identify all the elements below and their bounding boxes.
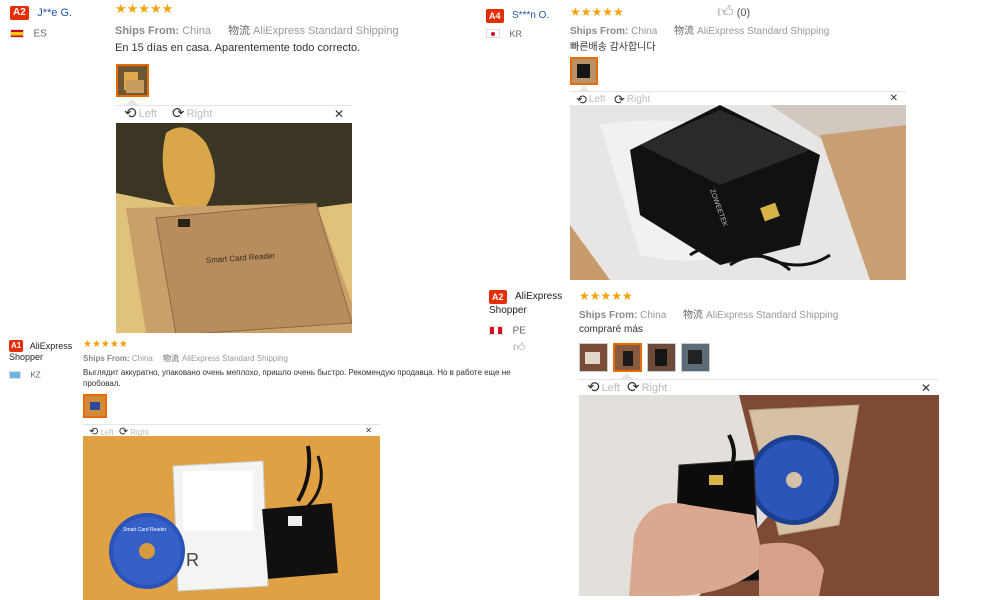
review-photo-thumbnail[interactable] xyxy=(116,64,149,97)
ships-from-label: Ships From: xyxy=(83,354,130,363)
star-rating: ★★★★★ xyxy=(570,5,624,19)
thumbnail-image xyxy=(615,345,640,370)
ships-from-value: China xyxy=(631,26,658,37)
review-photo-thumbnail[interactable] xyxy=(613,343,642,372)
review-photo-thumbnail[interactable] xyxy=(83,394,107,418)
rotate-right-icon: ⟳ xyxy=(172,105,185,122)
helpful-button[interactable]: 👍︎ (0) xyxy=(717,3,750,22)
thumbnail-image xyxy=(118,66,147,95)
shipping-info: Ships From: China 物流 AliExpress Standard … xyxy=(115,22,399,38)
helpful-button[interactable]: 👍︎ xyxy=(513,340,526,355)
logistics-label: 物流 xyxy=(683,310,704,321)
review-photo-thumbnail[interactable] xyxy=(570,57,598,85)
photo-viewer-toolbar: ⟲ Left ⟳ Right ✕ xyxy=(570,91,906,107)
reviewer-name[interactable]: S***n O. xyxy=(512,10,549,21)
shipping-method: AliExpress Standard Shipping xyxy=(697,26,830,37)
rotate-left-button[interactable]: ⟲ Left xyxy=(124,106,157,121)
review-text: compraré más xyxy=(579,324,643,335)
thumbnail-image xyxy=(580,344,607,371)
thumbnail-image xyxy=(85,396,105,416)
flag-es-icon xyxy=(10,29,24,39)
flag-kr-icon xyxy=(486,29,500,39)
review-photo-thumbnail[interactable] xyxy=(579,343,608,372)
thumbs-up-icon: 👍︎ xyxy=(717,4,734,21)
thumbnail-image xyxy=(648,344,675,371)
logistics-label: 物流 xyxy=(163,354,180,363)
ships-from-label: Ships From: xyxy=(570,26,629,37)
cd-label: Smart Card Reader xyxy=(123,527,167,533)
shipping-info: Ships From: China 物流 AliExpress Standard … xyxy=(579,306,838,321)
buyer-level-badge: A4 xyxy=(486,8,504,23)
ships-from-label: Ships From: xyxy=(579,310,638,321)
photo-viewer-toolbar: ⟲ Left ⟳ Right ✕ xyxy=(116,105,352,124)
helpful-count: (0) xyxy=(736,6,751,19)
close-viewer-icon[interactable]: ✕ xyxy=(921,381,931,395)
review-card: A1 AliExpress Shopper KZ ★★★★★ Ships Fro… xyxy=(0,335,511,600)
buyer-level-badge: A1 xyxy=(9,340,24,352)
shipping-method: AliExpress Standard Shipping xyxy=(182,354,288,363)
close-viewer-icon[interactable]: ✕ xyxy=(365,426,372,435)
buyer-level-badge: A2 xyxy=(10,5,29,20)
shipping-info: Ships From: China 物流 AliExpress Standard … xyxy=(83,353,288,364)
review-text: En 15 días en casa. Aparentemente todo c… xyxy=(115,42,361,54)
shipping-method: AliExpress Standard Shipping xyxy=(253,25,399,37)
reviewer-country: KZ xyxy=(30,370,41,380)
thumbs-up-icon: 👍︎ xyxy=(513,340,526,354)
logistics-label: 物流 xyxy=(674,26,695,37)
registered-mark: R xyxy=(186,550,199,570)
logistics-label: 物流 xyxy=(228,25,251,37)
reviewer-country: PE xyxy=(512,325,526,337)
close-viewer-icon[interactable]: ✕ xyxy=(890,93,898,104)
ships-from-value: China xyxy=(640,310,667,321)
rotate-left-icon: ⟲ xyxy=(587,379,600,396)
reviewer-name[interactable]: J**e G. xyxy=(37,7,72,19)
review-card: A2 J**e G. ES ★★★★★ Ships From: China 物流… xyxy=(0,0,470,335)
review-photo-thumbnail[interactable] xyxy=(681,343,710,372)
review-photo-large xyxy=(579,395,939,596)
review-card: A2 AliExpress Shopper PE 👍︎ ★★★★★ Ships … xyxy=(480,285,1000,600)
review-photo-large: ZOWEETEK xyxy=(570,105,906,280)
ships-from-value: China xyxy=(182,25,211,37)
shipping-info: Ships From: China 物流 AliExpress Standard … xyxy=(570,22,829,37)
ships-from-label: Ships From: xyxy=(115,25,180,37)
rotate-left-button[interactable]: ⟲ Left xyxy=(587,380,620,395)
rotate-left-icon: ⟲ xyxy=(124,105,137,122)
rotate-right-icon: ⟳ xyxy=(627,379,640,396)
review-photo-large: R Smart Card Reader xyxy=(83,436,380,600)
ships-from-value: China xyxy=(131,354,153,363)
rotate-right-button[interactable]: ⟳ Right xyxy=(172,106,212,121)
shipping-method: AliExpress Standard Shipping xyxy=(706,310,839,321)
flag-kz-icon xyxy=(9,370,21,379)
rotate-right-button[interactable]: ⟳ Right xyxy=(627,380,667,395)
thumbnail-image xyxy=(682,344,709,371)
review-photo-thumbnail[interactable] xyxy=(647,343,676,372)
reviewer-country: ES xyxy=(33,28,47,40)
star-rating: ★★★★★ xyxy=(579,289,633,303)
photo-viewer-toolbar: ⟲ Left ⟳ Right ✕ xyxy=(579,379,939,396)
flag-pe-icon xyxy=(489,326,503,336)
review-card: A4 S***n O. KR ★★★★★ 👍︎ (0) Ships From: … xyxy=(480,0,1000,285)
star-rating: ★★★★★ xyxy=(83,339,128,350)
thumbnail-image xyxy=(572,59,596,83)
star-rating: ★★★★★ xyxy=(115,1,174,16)
reviewer-country: KR xyxy=(509,28,522,39)
review-text: Выглядит аккуратно, упаковано очень мепл… xyxy=(83,368,511,388)
close-viewer-icon[interactable]: ✕ xyxy=(334,107,344,121)
buyer-level-badge: A2 xyxy=(489,290,507,304)
review-text: 빠른배송 감사합니다 xyxy=(570,42,656,53)
review-photo-large: Smart Card Reader xyxy=(116,123,352,333)
